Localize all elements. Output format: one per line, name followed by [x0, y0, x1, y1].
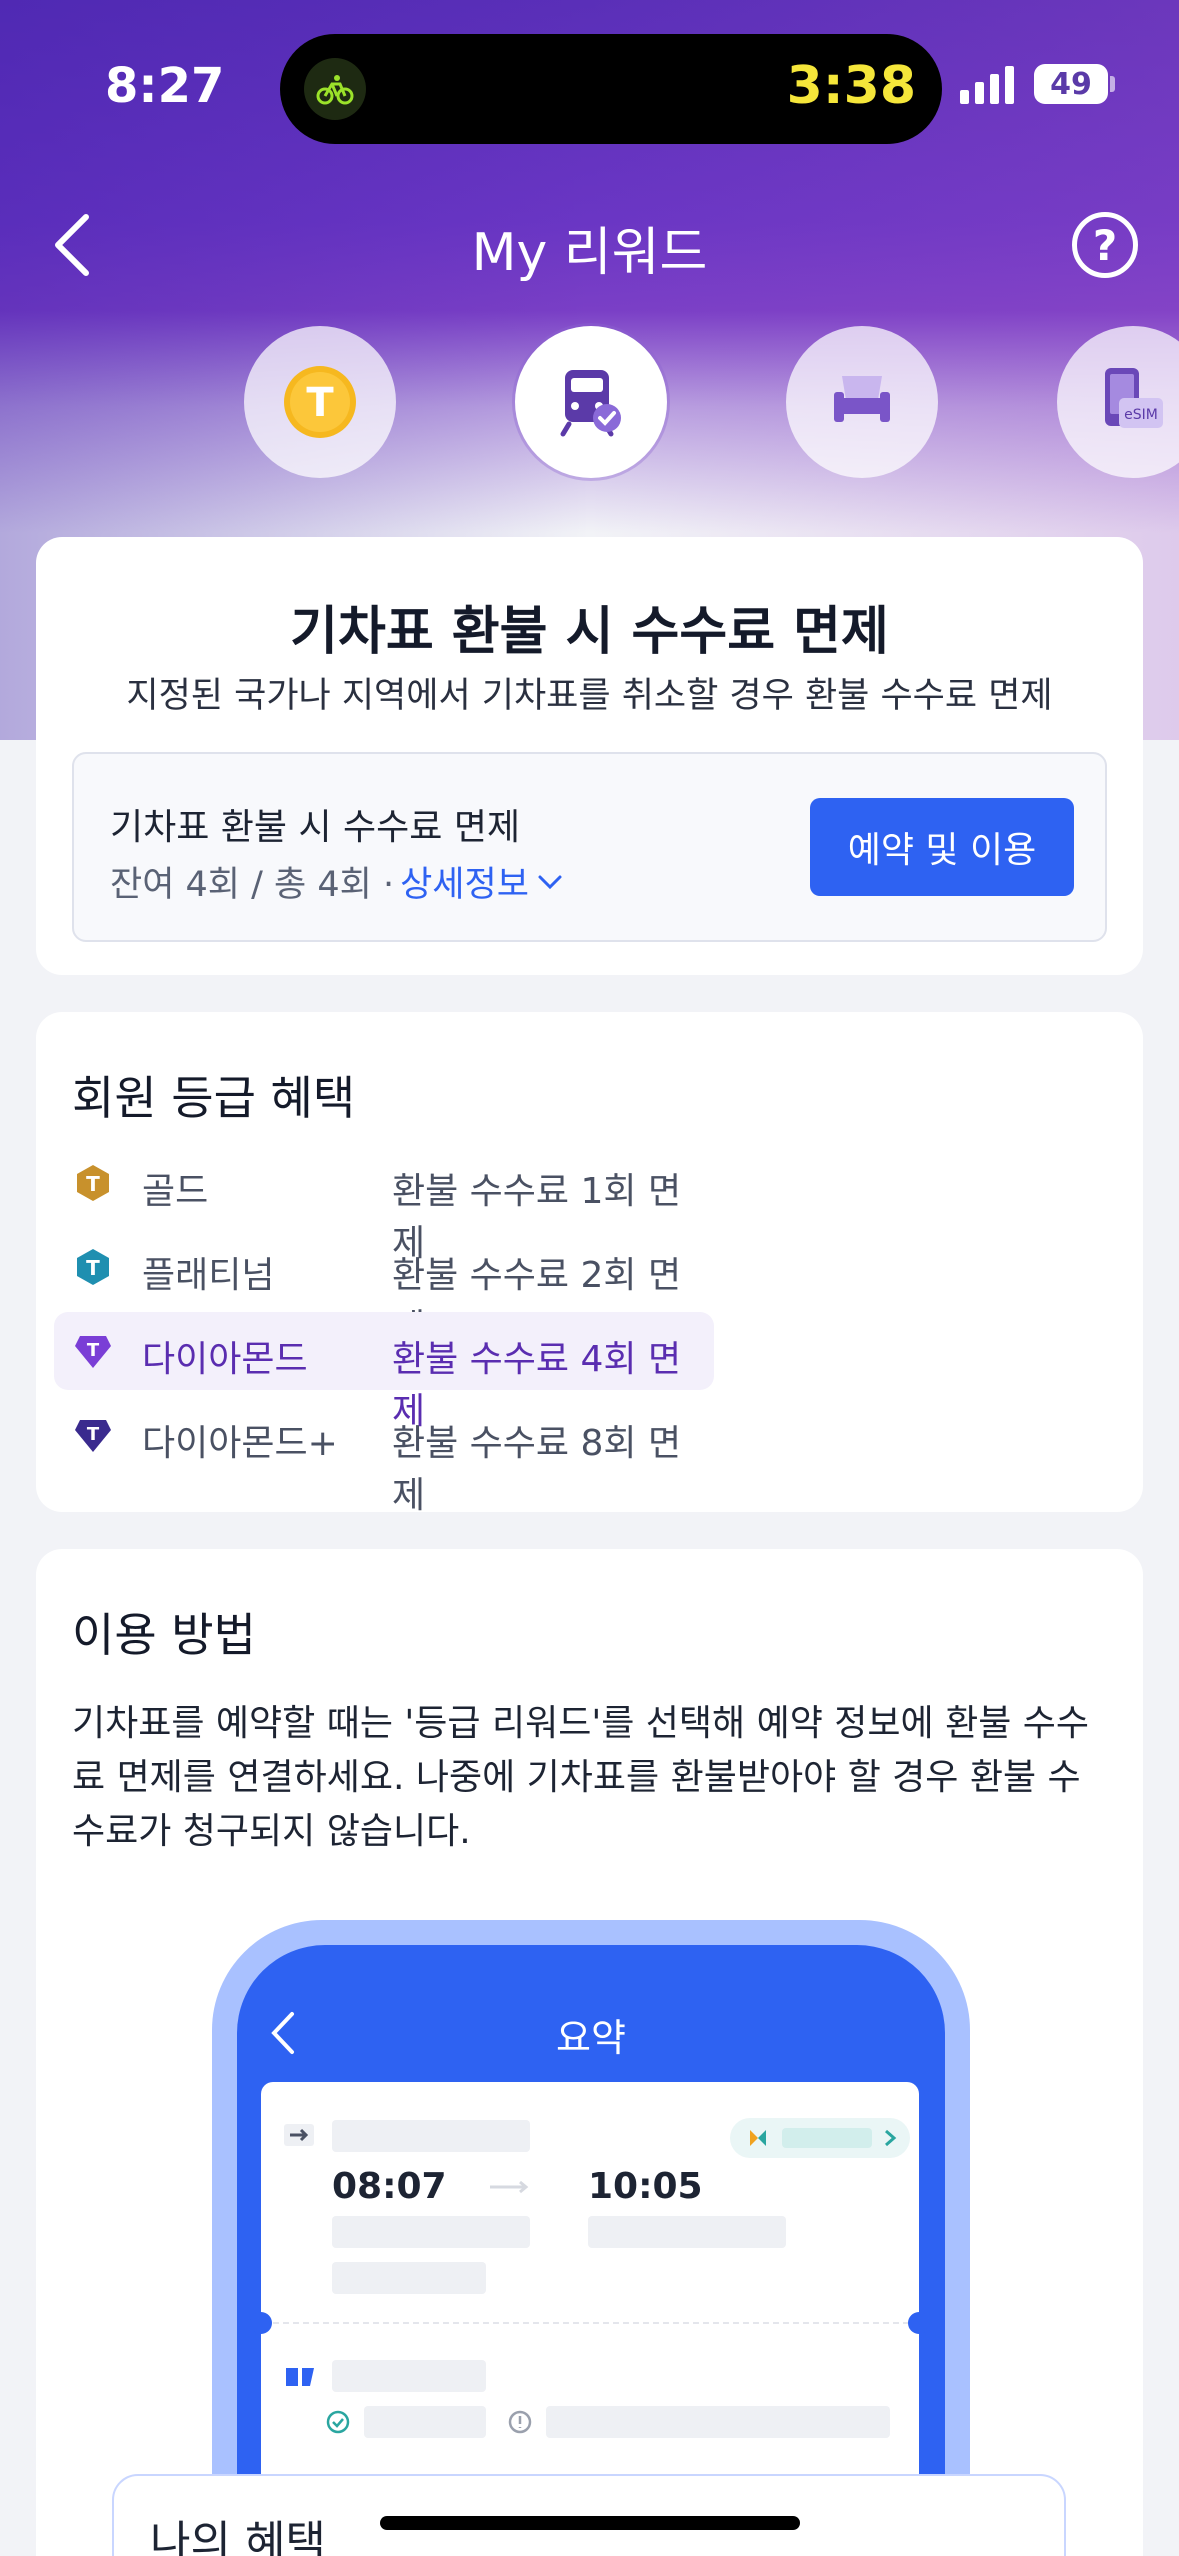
- mockup-divider: [273, 2322, 909, 2324]
- tier-coin-icon: T: [284, 366, 356, 438]
- gold-badge-icon: T: [77, 1165, 109, 1201]
- dynamic-island: 3:38: [280, 34, 942, 144]
- mockup-placeholder: [546, 2406, 890, 2438]
- mockup-arrive-time: 10:05: [588, 2166, 703, 2207]
- mockup-notch-left: [250, 2312, 272, 2334]
- platinum-badge-icon: T: [77, 1249, 109, 1285]
- mockup-chevron-icon: [885, 2129, 897, 2147]
- mockup-badge: [730, 2118, 910, 2158]
- tier-row: T 골드 환불 수수료 1회 면제: [54, 1144, 714, 1264]
- signal-icon: [960, 64, 1014, 104]
- how-to-description: 기차표를 예약할 때는 '등급 리워드'를 선택해 예약 정보에 환불 수수료 …: [72, 1703, 1090, 1852]
- tier-section-title: 회원 등급 혜택: [72, 1071, 356, 1125]
- book-and-use-button[interactable]: 예약 및 이용: [810, 798, 1074, 896]
- how-to-title: 이용 방법: [72, 1608, 256, 1662]
- my-benefits-sheet[interactable]: 나의 혜택: [112, 2474, 1066, 2556]
- battery-tip: [1110, 76, 1115, 92]
- lounge-seat-icon: [834, 376, 890, 422]
- battery-icon: 49: [1034, 64, 1108, 104]
- tier-name: 골드: [142, 1171, 209, 1212]
- help-icon[interactable]: ?: [1072, 212, 1138, 278]
- reward-usage-box: 기차표 환불 시 수수료 면제 잔여 4회 / 총 4회 · 상세정보 예약 및…: [72, 752, 1107, 942]
- tier-benefit: 환불 수수료 8회 면제: [392, 1423, 682, 1516]
- mockup-placeholder: [332, 2360, 486, 2392]
- mockup-route-arrow-icon: [490, 2180, 529, 2194]
- mockup-placeholder: [364, 2406, 486, 2438]
- my-benefits-title: 나의 혜택: [150, 2517, 326, 2556]
- remaining-count: 잔여 4회 / 총 4회 ·: [110, 865, 395, 905]
- mockup-ticket-icon: [286, 2368, 314, 2386]
- tier-benefits-card: 회원 등급 혜택 T 골드 환불 수수료 1회 면제 T 플래티넘 환불 수수료…: [36, 1012, 1143, 1516]
- tier-row-current: T 다이아몬드 환불 수수료 4회 면제: [54, 1312, 714, 1432]
- esim-icon: eSIM: [1105, 368, 1163, 428]
- diamond-badge-icon: T: [75, 1336, 111, 1368]
- mockup-placeholder: [332, 2120, 530, 2152]
- page-title: My 리워드: [471, 223, 708, 283]
- reward-subtitle: 지정된 국가나 지역에서 기차표를 취소할 경우 환불 수수료 면제: [126, 676, 1053, 716]
- tab-train-ticket[interactable]: [515, 326, 667, 478]
- bike-activity-icon: [304, 58, 366, 120]
- status-time: 8:27: [105, 58, 225, 114]
- mockup-placeholder: [332, 2216, 530, 2248]
- mockup-title: 요약: [556, 2016, 626, 2060]
- usage-meta: 잔여 4회 / 총 4회 · 상세정보: [110, 856, 565, 907]
- mockup-info-icon: [508, 2410, 532, 2434]
- mockup-placeholder: [782, 2128, 872, 2148]
- activity-timer: 3:38: [786, 56, 916, 116]
- tier-name: 다이아몬드: [142, 1339, 308, 1380]
- home-indicator[interactable]: [380, 2516, 800, 2530]
- diamond-plus-badge-icon: T: [75, 1420, 111, 1452]
- mockup-depart-time: 08:07: [332, 2166, 447, 2207]
- svg-text:eSIM: eSIM: [1124, 407, 1158, 423]
- tier-name: 다이아몬드+: [142, 1423, 338, 1464]
- mockup-check-icon: [326, 2410, 350, 2434]
- mockup-leaf-icon: [750, 2130, 766, 2146]
- tier-name: 플래티넘: [142, 1255, 275, 1296]
- train-ticket-icon: [560, 370, 621, 437]
- tab-tier-coin[interactable]: T: [244, 326, 396, 478]
- svg-text:T: T: [306, 380, 334, 426]
- mockup-placeholder: [588, 2216, 786, 2248]
- mockup-placeholder: [332, 2262, 486, 2294]
- svg-text:T: T: [87, 1340, 100, 1361]
- reward-title: 기차표 환불 시 수수료 면제: [290, 602, 889, 662]
- usage-title: 기차표 환불 시 수수료 면제: [110, 807, 521, 848]
- svg-text:T: T: [87, 1424, 100, 1445]
- chevron-down-icon[interactable]: [535, 867, 565, 897]
- mockup-notch-right: [908, 2312, 930, 2334]
- svg-text:T: T: [86, 1256, 100, 1280]
- tier-row: T 다이아몬드+ 환불 수수료 8회 면제: [54, 1396, 714, 1516]
- mockup-arrow-icon: [284, 2124, 314, 2146]
- tab-lounge[interactable]: [786, 326, 938, 478]
- tier-row: T 플래티넘 환불 수수료 2회 면제: [54, 1228, 714, 1348]
- svg-text:T: T: [86, 1172, 100, 1196]
- reward-card: 기차표 환불 시 수수료 면제 지정된 국가나 지역에서 기차표를 취소할 경우…: [36, 537, 1143, 975]
- details-link[interactable]: 상세정보: [400, 856, 529, 907]
